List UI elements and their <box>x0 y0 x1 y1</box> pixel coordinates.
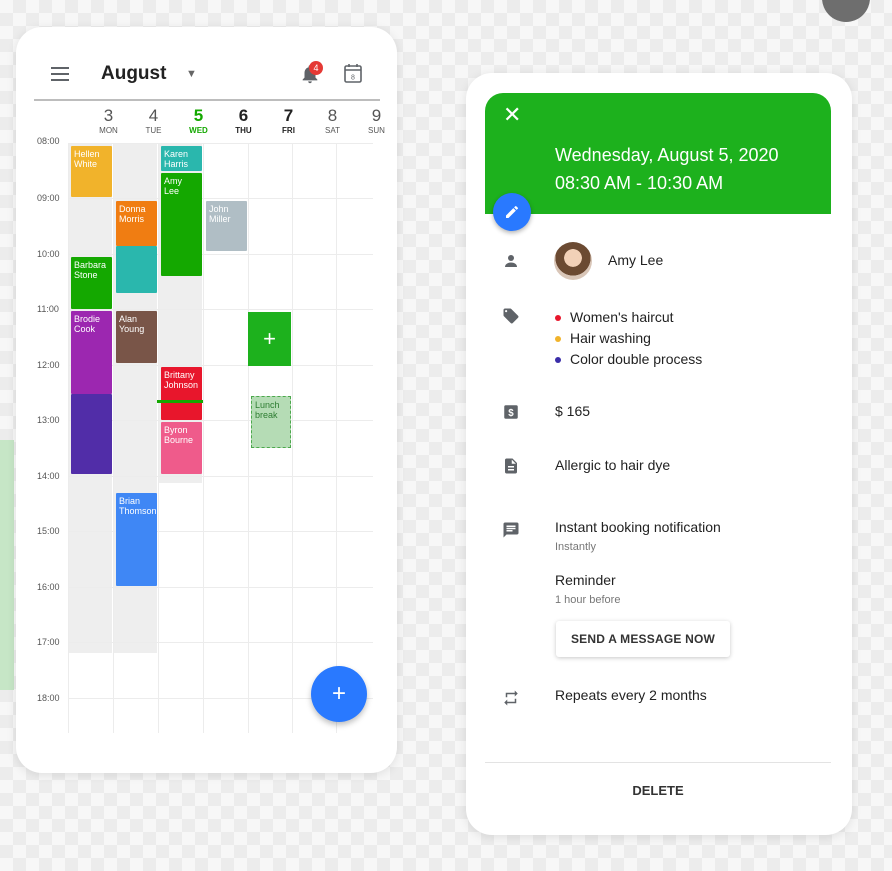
price: $ 165 <box>555 403 591 419</box>
day-header[interactable]: 8 SAT <box>310 107 355 136</box>
grid-line <box>68 143 373 144</box>
appointment-block[interactable]: Karen Harris <box>161 146 202 171</box>
list-item: Hair washing <box>555 328 702 349</box>
grid-line <box>248 143 249 733</box>
service-color-dot <box>555 357 561 363</box>
appointment-block[interactable]: John Miller <box>206 201 247 251</box>
service-color-dot <box>555 315 561 321</box>
repeat-rule: Repeats every 2 months <box>555 687 707 703</box>
week-header: 3 MON 4 TUE 5 WED 6 THU 7 FRI 8 SAT 9 SUN <box>34 99 385 143</box>
client-name[interactable]: Amy Lee <box>608 252 663 268</box>
grid-line <box>68 476 373 477</box>
details-phone: ✕ Wednesday, August 5, 2020 08:30 AM - 1… <box>466 73 852 835</box>
grid-line <box>68 198 373 199</box>
grid-line <box>336 143 337 733</box>
calendar-toolbar: August ▼ 4 8 <box>16 27 397 101</box>
calendar-icon-day: 8 <box>351 75 355 82</box>
grid-line <box>68 531 373 532</box>
grid-line <box>292 143 293 733</box>
month-selector[interactable]: August <box>101 63 166 85</box>
client-avatar <box>554 242 592 280</box>
tag-icon <box>503 308 519 324</box>
appointment-block[interactable]: Hellen White <box>71 146 112 197</box>
background-decoration <box>0 440 14 690</box>
person-icon <box>505 255 517 267</box>
hour-label: 17:00 <box>37 637 60 647</box>
hour-label: 16:00 <box>37 582 60 592</box>
grid-line <box>68 420 373 421</box>
current-time-indicator <box>157 400 203 403</box>
grid-line <box>68 143 69 733</box>
notification-timing: Instantly <box>555 541 596 553</box>
appointment-block[interactable]: Brittany Johnson <box>161 367 202 420</box>
grid-line <box>68 309 373 310</box>
notification-badge: 4 <box>309 61 323 75</box>
svg-text:$: $ <box>508 408 514 419</box>
appointment-block[interactable]: Byron Bourne <box>161 422 202 474</box>
day-header[interactable]: 6 THU <box>221 107 266 136</box>
day-header[interactable]: 7 FRI <box>266 107 311 136</box>
hour-label: 10:00 <box>37 249 60 259</box>
service-list: Women's haircut Hair washing Color doubl… <box>555 307 702 370</box>
appointment-block[interactable]: Alan Young <box>116 311 157 363</box>
calendar-phone: August ▼ 4 8 3 MON 4 TUE 5 WED 6 THU 7 FRI <box>16 27 397 773</box>
delete-button[interactable]: DELETE <box>485 783 831 798</box>
close-icon[interactable]: ✕ <box>503 103 521 127</box>
hour-label: 12:00 <box>37 360 60 370</box>
grid-line <box>68 587 373 588</box>
appointment-time: 08:30 AM - 10:30 AM <box>555 173 724 193</box>
day-header-today[interactable]: 5 WED <box>176 107 221 136</box>
dollar-icon: $ <box>504 405 518 419</box>
day-header[interactable]: 9 SUN <box>354 107 397 136</box>
appointment-details: ✕ Wednesday, August 5, 2020 08:30 AM - 1… <box>485 93 831 823</box>
grid-line <box>68 254 373 255</box>
edit-button[interactable] <box>493 193 531 231</box>
appointment-date: Wednesday, August 5, 2020 <box>555 145 779 165</box>
hour-label: 18:00 <box>37 693 60 703</box>
hour-label: 11:00 <box>37 304 59 314</box>
send-message-button[interactable]: SEND A MESSAGE NOW <box>556 621 730 657</box>
appointment-block[interactable]: Brodie Cook <box>71 311 112 394</box>
pencil-icon <box>506 206 518 218</box>
hour-label: 09:00 <box>37 193 60 203</box>
document-icon <box>505 458 517 474</box>
chevron-down-icon[interactable]: ▼ <box>186 68 197 80</box>
appointment-block[interactable] <box>116 246 157 293</box>
add-appointment-slot[interactable]: + <box>248 312 291 366</box>
appointment-block[interactable] <box>71 394 112 474</box>
hour-label: 15:00 <box>37 526 60 536</box>
message-icon <box>503 522 519 538</box>
calendar-icon[interactable]: 8 <box>344 63 362 83</box>
day-header[interactable]: 4 TUE <box>131 107 176 136</box>
reminder-title: Reminder <box>555 572 616 588</box>
grid-line <box>158 143 159 733</box>
grid-line <box>68 365 373 366</box>
menu-icon[interactable] <box>51 67 69 81</box>
divider <box>485 762 831 763</box>
grid-line <box>113 143 114 733</box>
service-color-dot <box>555 336 561 342</box>
list-item: Color double process <box>555 349 702 370</box>
grid-line <box>203 143 204 733</box>
add-button[interactable]: + <box>311 666 367 722</box>
week-grid[interactable]: 08:00 09:00 10:00 11:00 12:00 13:00 14:0… <box>16 136 397 743</box>
corner-avatar <box>822 0 870 22</box>
details-header: ✕ Wednesday, August 5, 2020 08:30 AM - 1… <box>485 93 831 214</box>
hour-label: 13:00 <box>37 415 60 425</box>
notification-title: Instant booking notification <box>555 519 721 535</box>
repeat-icon <box>504 690 518 706</box>
hour-label: 08:00 <box>37 136 60 146</box>
note-text: Allergic to hair dye <box>555 457 671 473</box>
appointment-block[interactable]: Brian Thomson <box>116 493 157 586</box>
appointment-block[interactable]: Donna Morris <box>116 201 157 246</box>
lunch-break-block[interactable]: Lunch break <box>251 396 291 448</box>
reminder-timing: 1 hour before <box>555 594 621 606</box>
day-header[interactable]: 3 MON <box>86 107 131 136</box>
appointment-block-selected[interactable]: Amy Lee <box>161 173 202 276</box>
list-item: Women's haircut <box>555 307 702 328</box>
appointment-block[interactable]: Barbara Stone <box>71 257 112 309</box>
grid-line <box>68 642 373 643</box>
hour-label: 14:00 <box>37 471 60 481</box>
